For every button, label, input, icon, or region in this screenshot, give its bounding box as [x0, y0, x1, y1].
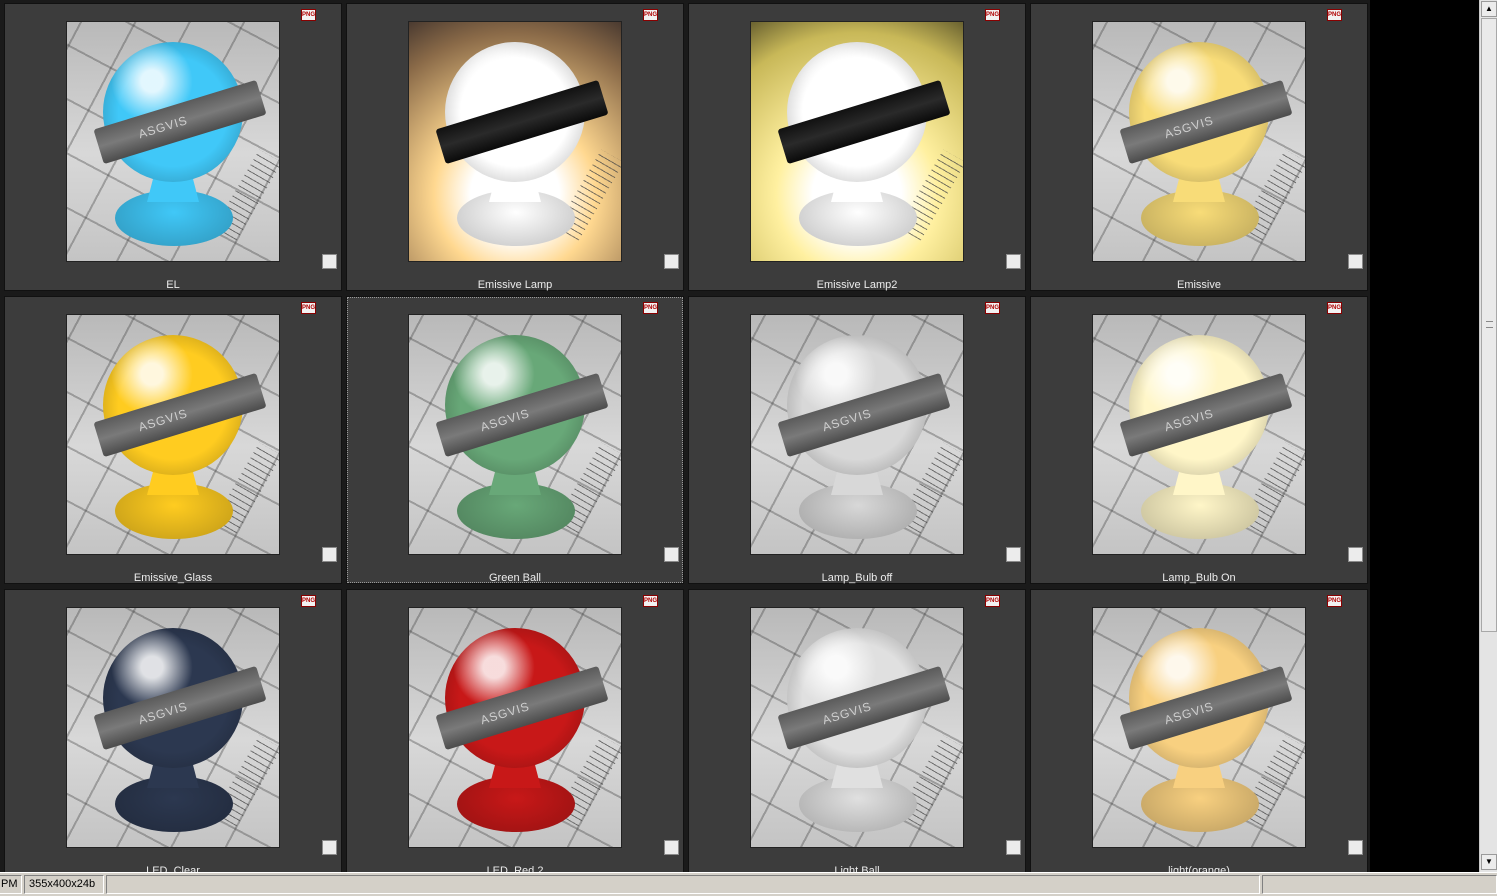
png-file-icon: PNG: [985, 9, 1000, 21]
png-file-icon: PNG: [985, 595, 1000, 607]
material-preview-image[interactable]: ASGVIS: [408, 314, 622, 555]
material-preview-image[interactable]: ASGVIS: [1092, 607, 1306, 848]
status-empty-cell-right: [1262, 875, 1497, 894]
material-preview-image[interactable]: ASGVIS: [750, 314, 964, 555]
png-file-icon: PNG: [985, 302, 1000, 314]
scroll-up-icon[interactable]: ▲: [1481, 1, 1497, 17]
scroll-thumb[interactable]: [1481, 18, 1497, 632]
status-bar: PM 355x400x24b: [0, 872, 1497, 896]
material-tile[interactable]: PNG Emissive Lamp2: [688, 3, 1026, 291]
material-preview-image[interactable]: ASGVIS: [66, 607, 280, 848]
png-file-icon: PNG: [643, 595, 658, 607]
select-checkbox[interactable]: [1348, 840, 1363, 855]
material-preview-image[interactable]: ASGVIS: [1092, 314, 1306, 555]
select-checkbox[interactable]: [664, 547, 679, 562]
material-name-label: Emissive_Glass: [133, 572, 213, 584]
select-checkbox[interactable]: [1348, 254, 1363, 269]
material-name-label: Emissive: [1176, 279, 1221, 291]
material-preview-image[interactable]: ASGVIS: [750, 607, 964, 848]
material-name-label: LED_Red 2: [486, 865, 544, 872]
material-name-label: Green Ball: [489, 572, 541, 584]
grip-icon: [1486, 321, 1493, 328]
material-preview-image[interactable]: [408, 21, 622, 262]
material-tile[interactable]: ASGVIS PNG LED_Clear: [4, 589, 342, 872]
select-checkbox[interactable]: [1006, 840, 1021, 855]
select-checkbox[interactable]: [664, 840, 679, 855]
png-file-icon: PNG: [1327, 595, 1342, 607]
scroll-down-icon[interactable]: ▼: [1481, 854, 1497, 870]
select-checkbox[interactable]: [1348, 547, 1363, 562]
png-file-icon: PNG: [301, 302, 316, 314]
select-checkbox[interactable]: [322, 254, 337, 269]
material-name-label: EL: [166, 279, 180, 291]
select-checkbox[interactable]: [664, 254, 679, 269]
material-preview-image[interactable]: ASGVIS: [66, 21, 280, 262]
material-tile[interactable]: ASGVIS PNG Emissive: [1030, 3, 1368, 291]
select-checkbox[interactable]: [1006, 254, 1021, 269]
material-name-label: light(orange): [1168, 865, 1230, 872]
status-time: PM: [0, 875, 22, 894]
material-name-label: Emissive Lamp2: [816, 279, 898, 291]
png-file-icon: PNG: [643, 9, 658, 21]
material-tile[interactable]: ASGVIS PNG Lamp_Bulb On: [1030, 296, 1368, 584]
material-tile[interactable]: PNG Emissive Lamp: [346, 3, 684, 291]
png-file-icon: PNG: [643, 302, 658, 314]
material-tile[interactable]: ASGVIS PNG Light Ball: [688, 589, 1026, 872]
material-tile[interactable]: ASGVIS PNG Green Ball: [346, 296, 684, 584]
material-tile[interactable]: ASGVIS PNG LED_Red 2: [346, 589, 684, 872]
select-checkbox[interactable]: [322, 547, 337, 562]
status-empty-cell: [106, 875, 1260, 894]
material-tile[interactable]: ASGVIS PNG Lamp_Bulb off: [688, 296, 1026, 584]
png-file-icon: PNG: [1327, 302, 1342, 314]
material-name-label: Lamp_Bulb On: [1162, 572, 1236, 584]
material-name-label: LED_Clear: [146, 865, 200, 872]
material-preview-image[interactable]: ASGVIS: [408, 607, 622, 848]
vertical-scrollbar[interactable]: ▲ ▼: [1479, 0, 1497, 872]
png-file-icon: PNG: [301, 9, 316, 21]
status-image-dimensions: 355x400x24b: [24, 875, 104, 894]
png-file-icon: PNG: [1327, 9, 1342, 21]
material-preview-image[interactable]: ASGVIS: [66, 314, 280, 555]
png-file-icon: PNG: [301, 595, 316, 607]
material-preview-image[interactable]: [750, 21, 964, 262]
select-checkbox[interactable]: [1006, 547, 1021, 562]
material-thumbnail-grid: ASGVIS PNG EL PNG Emissive Lamp PNG Emissive L…: [0, 0, 1370, 872]
material-preview-image[interactable]: ASGVIS: [1092, 21, 1306, 262]
select-checkbox[interactable]: [322, 840, 337, 855]
material-name-label: Lamp_Bulb off: [821, 572, 893, 584]
material-tile[interactable]: ASGVIS PNG EL: [4, 3, 342, 291]
material-tile[interactable]: ASGVIS PNG light(orange): [1030, 589, 1368, 872]
material-tile[interactable]: ASGVIS PNG Emissive_Glass: [4, 296, 342, 584]
material-name-label: Emissive Lamp: [477, 279, 553, 291]
material-name-label: Light Ball: [834, 865, 880, 872]
